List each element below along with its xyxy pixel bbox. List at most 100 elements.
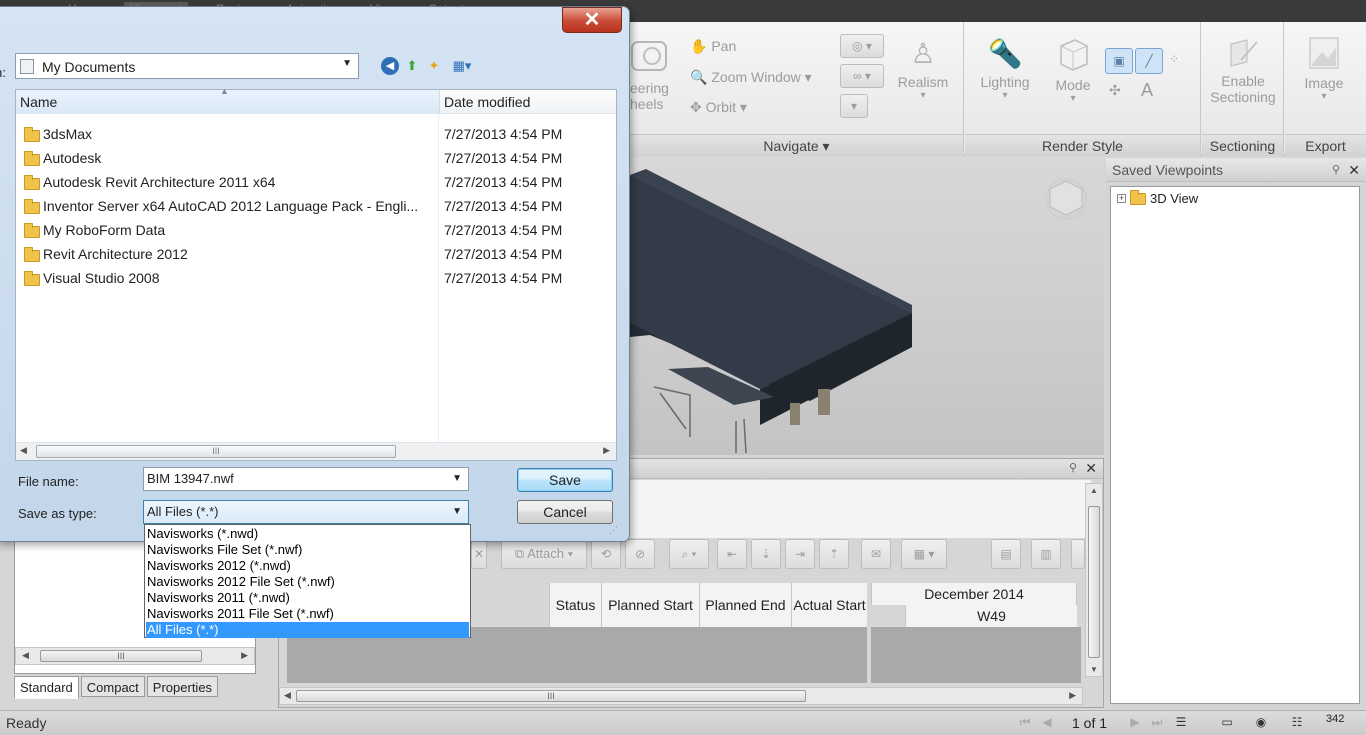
type-option[interactable]: Navisworks 2011 File Set (*.nwf) (146, 606, 469, 622)
sheet-browser-icon[interactable]: ☰ (1172, 715, 1190, 731)
comment-button[interactable]: ✉ (861, 539, 891, 569)
tab-compact[interactable]: Compact (80, 676, 145, 697)
column-date-modified[interactable]: Date modified (444, 90, 530, 114)
cancel-button[interactable]: Cancel (517, 500, 613, 524)
scroll-thumb[interactable]: III (296, 690, 806, 702)
grid-splitter[interactable] (867, 627, 871, 683)
save-in-dropdown[interactable]: My Documents ▼ (15, 53, 359, 79)
view-dropdown-button[interactable]: ▾ (840, 94, 868, 118)
scroll-right-icon[interactable]: ▶ (1069, 690, 1076, 701)
first-sheet-icon[interactable]: ⏮ (1016, 715, 1034, 731)
viewcube-icon[interactable] (1045, 178, 1087, 220)
move-up-button[interactable]: ⇡ (819, 539, 849, 569)
pin-icon[interactable]: ⚲ (1069, 461, 1077, 474)
close-icon[interactable]: ✕ (1085, 460, 1097, 477)
steering-wheels-button[interactable]: eering heels (630, 80, 669, 112)
mode-button[interactable]: Mode ▾ (1045, 34, 1101, 104)
type-option[interactable]: Navisworks 2011 (*.nwd) (146, 590, 469, 606)
column-status[interactable]: Status (549, 583, 601, 627)
web-server-progress-icon: ☷ (1291, 715, 1303, 729)
view-menu-icon[interactable]: ▦▾ (447, 57, 477, 75)
file-date: 7/27/2013 4:54 PM (444, 126, 563, 142)
timeliner-vertical-scrollbar[interactable]: ▲ ▼ (1085, 483, 1103, 677)
scroll-right-icon[interactable]: ▶ (603, 445, 610, 456)
clear-button[interactable]: ⊘ (625, 539, 655, 569)
primitives-snap-button[interactable]: ✣ (1109, 82, 1121, 99)
primitives-lines-button[interactable]: ╱ (1135, 48, 1163, 74)
file-row[interactable]: Autodesk 7/27/2013 4:54 PM (16, 146, 616, 170)
expand-icon[interactable]: + (1117, 194, 1126, 203)
scroll-left-icon[interactable]: ◀ (22, 650, 29, 661)
more-button[interactable] (1071, 539, 1085, 569)
chevron-down-icon[interactable]: ▼ (452, 473, 462, 484)
scroll-thumb[interactable]: III (36, 445, 396, 458)
save-as-type-select[interactable]: All Files (*.*) ▼ (143, 500, 469, 524)
back-icon[interactable]: ◀ (381, 57, 399, 75)
column-planned-start[interactable]: Planned Start (601, 583, 699, 627)
dialog-close-button[interactable]: ✕ (562, 7, 622, 33)
next-sheet-icon[interactable]: ▶ (1126, 715, 1144, 731)
tree-item-3d-view[interactable]: + 3D View (1117, 189, 1198, 206)
navigate-group-label[interactable]: Navigate ▾ (630, 134, 963, 156)
move-down-button[interactable]: ⇣ (751, 539, 781, 569)
lighting-button[interactable]: 🔦 Lighting ▾ (975, 34, 1035, 101)
filter-button[interactable]: ▤ (991, 539, 1021, 569)
pin-icon[interactable]: ⚲ (1332, 158, 1340, 182)
scroll-up-icon[interactable]: ▲ (1090, 486, 1098, 495)
previous-sheet-icon[interactable]: ◀ (1038, 715, 1056, 731)
column-planned-end[interactable]: Planned End (699, 583, 791, 627)
file-row[interactable]: Inventor Server x64 AutoCAD 2012 Languag… (16, 194, 616, 218)
look-around-button[interactable]: ◎ ▾ (840, 34, 884, 58)
image-export-button[interactable]: Image ▾ (1285, 34, 1363, 102)
type-option[interactable]: Navisworks File Set (*.nwf) (146, 542, 469, 558)
scroll-down-icon[interactable]: ▼ (1090, 665, 1098, 674)
file-row[interactable]: Revit Architecture 2012 7/27/2013 4:54 PM (16, 242, 616, 266)
primitives-points-button[interactable]: ⁘ (1169, 52, 1179, 66)
orbit-button[interactable]: ✥ Orbit ▾ (690, 99, 747, 116)
file-row[interactable]: Autodesk Revit Architecture 2011 x64 7/27… (16, 170, 616, 194)
outdent-button[interactable]: ⇥ (785, 539, 815, 569)
file-list-scrollbar[interactable]: ◀ III ▶ (16, 442, 616, 460)
up-folder-icon[interactable]: ⬆ (403, 57, 421, 75)
close-icon[interactable]: ✕ (1348, 158, 1360, 182)
zoom-window-button[interactable]: 🔍 Zoom Window ▾ (690, 69, 812, 86)
sync-button[interactable]: ⟲ (591, 539, 621, 569)
scroll-right-icon[interactable]: ▶ (241, 650, 248, 661)
last-sheet-icon[interactable]: ⏭ (1148, 715, 1166, 731)
file-row[interactable]: Visual Studio 2008 7/27/2013 4:54 PM (16, 266, 616, 290)
enable-sectioning-button[interactable]: Enable Sectioning (1202, 36, 1284, 105)
scroll-left-icon[interactable]: ◀ (284, 690, 291, 701)
selection-tree-scrollbar[interactable]: ◀ III ▶ (15, 647, 255, 665)
new-folder-icon[interactable]: ✦ (425, 57, 443, 75)
type-option[interactable]: Navisworks 2012 (*.nwd) (146, 558, 469, 574)
save-button[interactable]: Save (517, 468, 613, 492)
resize-grip-icon[interactable]: ⋰ (609, 525, 618, 536)
tab-properties[interactable]: Properties (146, 676, 219, 697)
file-row[interactable]: My RoboForm Data 7/27/2013 4:54 PM (16, 218, 616, 242)
timeliner-horizontal-scrollbar[interactable]: ◀ III ▶ (279, 687, 1083, 705)
3d-viewport[interactable] (630, 157, 1104, 455)
type-option-selected[interactable]: All Files (*.*) (146, 622, 469, 638)
column-actual-start[interactable]: Actual Start (791, 583, 867, 627)
file-name-field[interactable]: BIM 13947.nwf ▼ (143, 467, 469, 491)
indent-button[interactable]: ⇤ (717, 539, 747, 569)
scroll-left-icon[interactable]: ◀ (20, 445, 27, 456)
primitives-surface-button[interactable]: ▣ (1105, 48, 1133, 74)
realism-button[interactable]: ♙ Realism ▾ (896, 34, 950, 101)
file-row[interactable]: 3dsMax 7/27/2013 4:54 PM (16, 122, 616, 146)
columns-button[interactable]: ▦ ▾ (901, 539, 947, 569)
gantt-view-button[interactable]: ▥ (1031, 539, 1061, 569)
delete-task-button[interactable]: ✕ (471, 539, 487, 569)
scroll-thumb[interactable]: III (40, 650, 202, 662)
attach-button[interactable]: ⧉ Attach ▾ (501, 539, 587, 569)
pan-button[interactable]: ✋ Pan (690, 38, 736, 55)
type-option[interactable]: Navisworks (*.nwd) (146, 526, 469, 542)
primitives-text-button[interactable]: A (1141, 80, 1153, 101)
scroll-thumb[interactable] (1088, 506, 1100, 658)
file-list[interactable]: Name ▲ Date modified 3dsMax 7/27/2013 4:5… (15, 86, 617, 461)
find-items-button[interactable]: ⌕ ▾ (669, 539, 709, 569)
walk-button[interactable]: ∞ ▾ (840, 64, 884, 88)
type-option[interactable]: Navisworks 2012 File Set (*.nwf) (146, 574, 469, 590)
lighting-label: Lighting (980, 74, 1030, 90)
tab-standard[interactable]: Standard (14, 676, 79, 699)
